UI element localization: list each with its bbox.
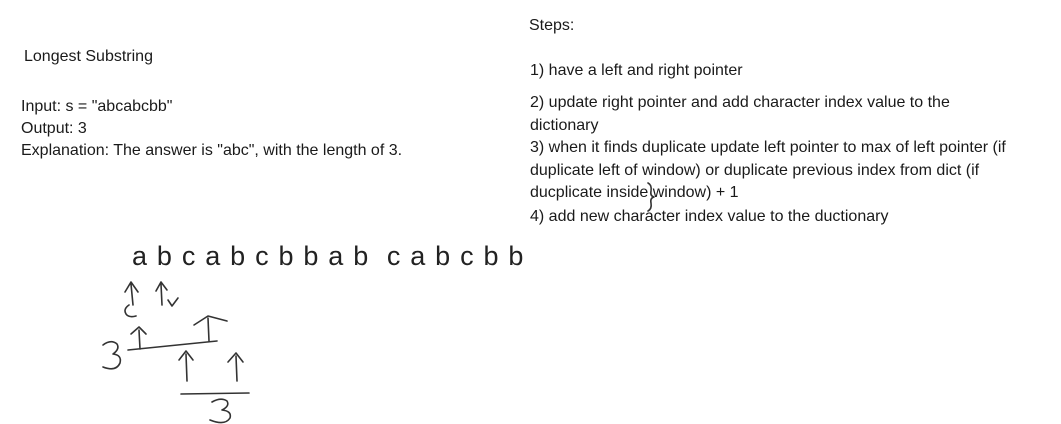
step-3-line-3: ducplicate inside window) + 1 <box>530 184 739 201</box>
pointer-tick <box>167 297 179 307</box>
arrow-up-lower-left <box>178 350 194 382</box>
problem-input: Input: s = "abcabcbb" <box>21 98 173 115</box>
arrow-up-left-pointer <box>124 281 139 306</box>
arrow-left-window <box>130 326 147 350</box>
step-3-line-1: 3) when it finds duplicate update left p… <box>530 139 1006 156</box>
step-2-line-1: 2) update right pointer and add characte… <box>530 94 950 111</box>
step-1: 1) have a left and right pointer <box>530 62 743 79</box>
arrow-up-right-pointer <box>155 281 168 306</box>
handwritten-three-first <box>102 340 122 370</box>
bottom-underline <box>180 392 250 395</box>
arrow-up-lower-right <box>227 352 244 382</box>
character-sequence: a b c a b c b b a b c a b c b b <box>132 241 525 271</box>
problem-explanation: Explanation: The answer is "abc", with t… <box>21 142 403 159</box>
step-2-line-2: dictionary <box>530 117 599 134</box>
step-3-line-2: duplicate left of window) or duplicate p… <box>530 162 980 179</box>
problem-output: Output: 3 <box>21 120 87 137</box>
handwritten-three-second <box>209 398 232 424</box>
steps-heading: Steps: <box>529 17 575 34</box>
step-4: 4) add new character index value to the … <box>530 208 889 225</box>
window-line <box>127 340 218 351</box>
problem-title: Longest Substring <box>24 48 153 65</box>
arrow-right-window <box>193 315 228 342</box>
pointer-curl <box>124 304 137 318</box>
